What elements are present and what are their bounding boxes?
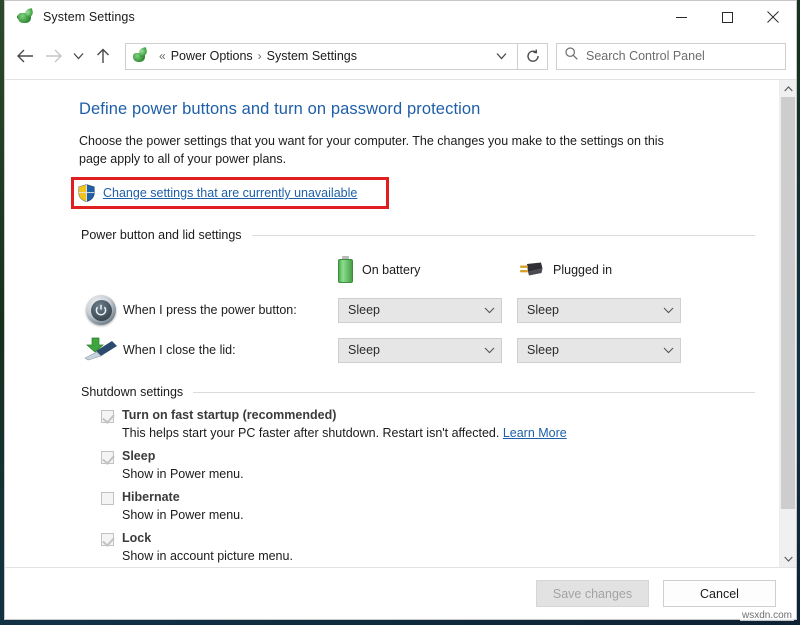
- close-lid-row-label: When I close the lid:: [123, 343, 338, 357]
- lock-checkbox[interactable]: [101, 533, 114, 546]
- fast-startup-label: Turn on fast startup (recommended): [122, 408, 336, 422]
- checkbox-row-hibernate[interactable]: Hibernate: [101, 490, 755, 505]
- shutdown-section-label: Shutdown settings: [81, 385, 183, 399]
- maximize-icon[interactable]: [704, 1, 750, 33]
- vertical-scrollbar[interactable]: [779, 80, 796, 567]
- learn-more-link[interactable]: Learn More: [503, 426, 567, 440]
- close-icon[interactable]: [750, 1, 796, 33]
- setting-row-close-lid: When I close the lid: Sleep Sleep: [79, 337, 755, 363]
- refresh-icon[interactable]: [518, 43, 548, 70]
- laptop-lid-icon: [79, 337, 123, 363]
- sleep-label: Sleep: [122, 449, 155, 463]
- page-description: Choose the power settings that you want …: [79, 132, 679, 168]
- close-lid-on-battery-select[interactable]: Sleep: [338, 338, 502, 363]
- window-title: System Settings: [43, 10, 135, 24]
- fast-startup-description-text: This helps start your PC faster after sh…: [122, 426, 499, 440]
- forward-arrow-icon[interactable]: [39, 41, 67, 71]
- setting-row-power-button: When I press the power button: Sleep Sle…: [79, 295, 755, 325]
- change-settings-link[interactable]: Change settings that are currently unava…: [103, 186, 357, 200]
- checkbox-row-sleep[interactable]: Sleep: [101, 449, 755, 464]
- scrollbar-thumb[interactable]: [781, 97, 795, 509]
- battery-icon: [338, 256, 353, 283]
- recent-locations-chevron-down-icon[interactable]: [67, 41, 89, 71]
- chevron-down-icon: [484, 347, 495, 354]
- watering-can-icon: [17, 8, 35, 26]
- fast-startup-checkbox[interactable]: [101, 410, 114, 423]
- control-panel-window: System Settings: [4, 0, 797, 620]
- power-button-icon: [79, 295, 123, 325]
- up-arrow-icon[interactable]: [89, 41, 117, 71]
- title-bar: System Settings: [5, 1, 796, 33]
- scrollbar-track[interactable]: [780, 97, 796, 550]
- power-button-on-battery-value: Sleep: [348, 303, 380, 317]
- cancel-button[interactable]: Cancel: [663, 580, 776, 607]
- search-placeholder: Search Control Panel: [586, 49, 705, 63]
- settings-panel: Define power buttons and turn on passwor…: [5, 80, 779, 567]
- save-changes-button[interactable]: Save changes: [536, 580, 649, 607]
- search-input[interactable]: Search Control Panel: [556, 43, 786, 70]
- address-chevron-down-icon[interactable]: [490, 52, 513, 60]
- lock-label: Lock: [122, 531, 151, 545]
- sleep-description: Show in Power menu.: [122, 467, 755, 481]
- shutdown-section-heading: Shutdown settings: [81, 385, 755, 399]
- breadcrumb-item-system-settings[interactable]: System Settings: [267, 49, 357, 63]
- breadcrumb-item-power-options[interactable]: Power Options: [171, 49, 253, 63]
- power-button-on-battery-select[interactable]: Sleep: [338, 298, 502, 323]
- fast-startup-description: This helps start your PC faster after sh…: [122, 426, 755, 440]
- address-bar[interactable]: « Power Options › System Settings: [125, 43, 518, 70]
- power-section-heading: Power button and lid settings: [81, 228, 755, 242]
- close-lid-on-battery-value: Sleep: [348, 343, 380, 357]
- dialog-footer: Save changes Cancel: [5, 567, 796, 619]
- sleep-checkbox[interactable]: [101, 451, 114, 464]
- content-area: Define power buttons and turn on passwor…: [5, 79, 796, 567]
- chevron-down-icon: [484, 307, 495, 314]
- power-plug-icon: [517, 260, 544, 280]
- hibernate-label: Hibernate: [122, 490, 180, 504]
- close-lid-plugged-in-select[interactable]: Sleep: [517, 338, 681, 363]
- scroll-down-arrow-icon[interactable]: [780, 550, 796, 567]
- column-on-battery-label: On battery: [362, 263, 420, 277]
- window-controls: [658, 1, 796, 33]
- page-title: Define power buttons and turn on passwor…: [79, 100, 755, 119]
- minimize-icon[interactable]: [658, 1, 704, 33]
- chevron-down-icon: [663, 307, 674, 314]
- navigation-bar: « Power Options › System Settings Search…: [5, 33, 796, 79]
- hibernate-description: Show in Power menu.: [122, 508, 755, 522]
- power-button-row-label: When I press the power button:: [123, 303, 338, 317]
- section-divider: [193, 392, 755, 393]
- search-icon: [565, 47, 578, 65]
- watering-can-icon: [132, 48, 148, 64]
- column-plugged-in-label: Plugged in: [553, 263, 612, 277]
- section-divider: [252, 235, 755, 236]
- power-button-plugged-in-select[interactable]: Sleep: [517, 298, 681, 323]
- column-plugged-in: Plugged in: [517, 260, 696, 280]
- uac-shield-icon: [78, 184, 95, 202]
- scroll-up-arrow-icon[interactable]: [780, 80, 796, 97]
- watermark: wsxdn.com: [740, 610, 794, 621]
- lock-description: Show in account picture menu.: [122, 549, 755, 563]
- power-section-label: Power button and lid settings: [81, 228, 242, 242]
- change-settings-link-row[interactable]: Change settings that are currently unava…: [71, 177, 389, 209]
- back-arrow-icon[interactable]: [11, 41, 39, 71]
- breadcrumb-overflow[interactable]: «: [154, 49, 171, 63]
- breadcrumb-separator: ›: [253, 49, 267, 63]
- checkbox-row-fast-startup[interactable]: Turn on fast startup (recommended): [101, 408, 755, 423]
- shutdown-options-list: Turn on fast startup (recommended) This …: [79, 408, 755, 563]
- column-on-battery: On battery: [338, 256, 517, 283]
- close-lid-plugged-in-value: Sleep: [527, 343, 559, 357]
- chevron-down-icon: [663, 347, 674, 354]
- checkbox-row-lock[interactable]: Lock: [101, 531, 755, 546]
- hibernate-checkbox[interactable]: [101, 492, 114, 505]
- power-column-headers: On battery Plugged in: [338, 256, 755, 283]
- power-button-plugged-in-value: Sleep: [527, 303, 559, 317]
